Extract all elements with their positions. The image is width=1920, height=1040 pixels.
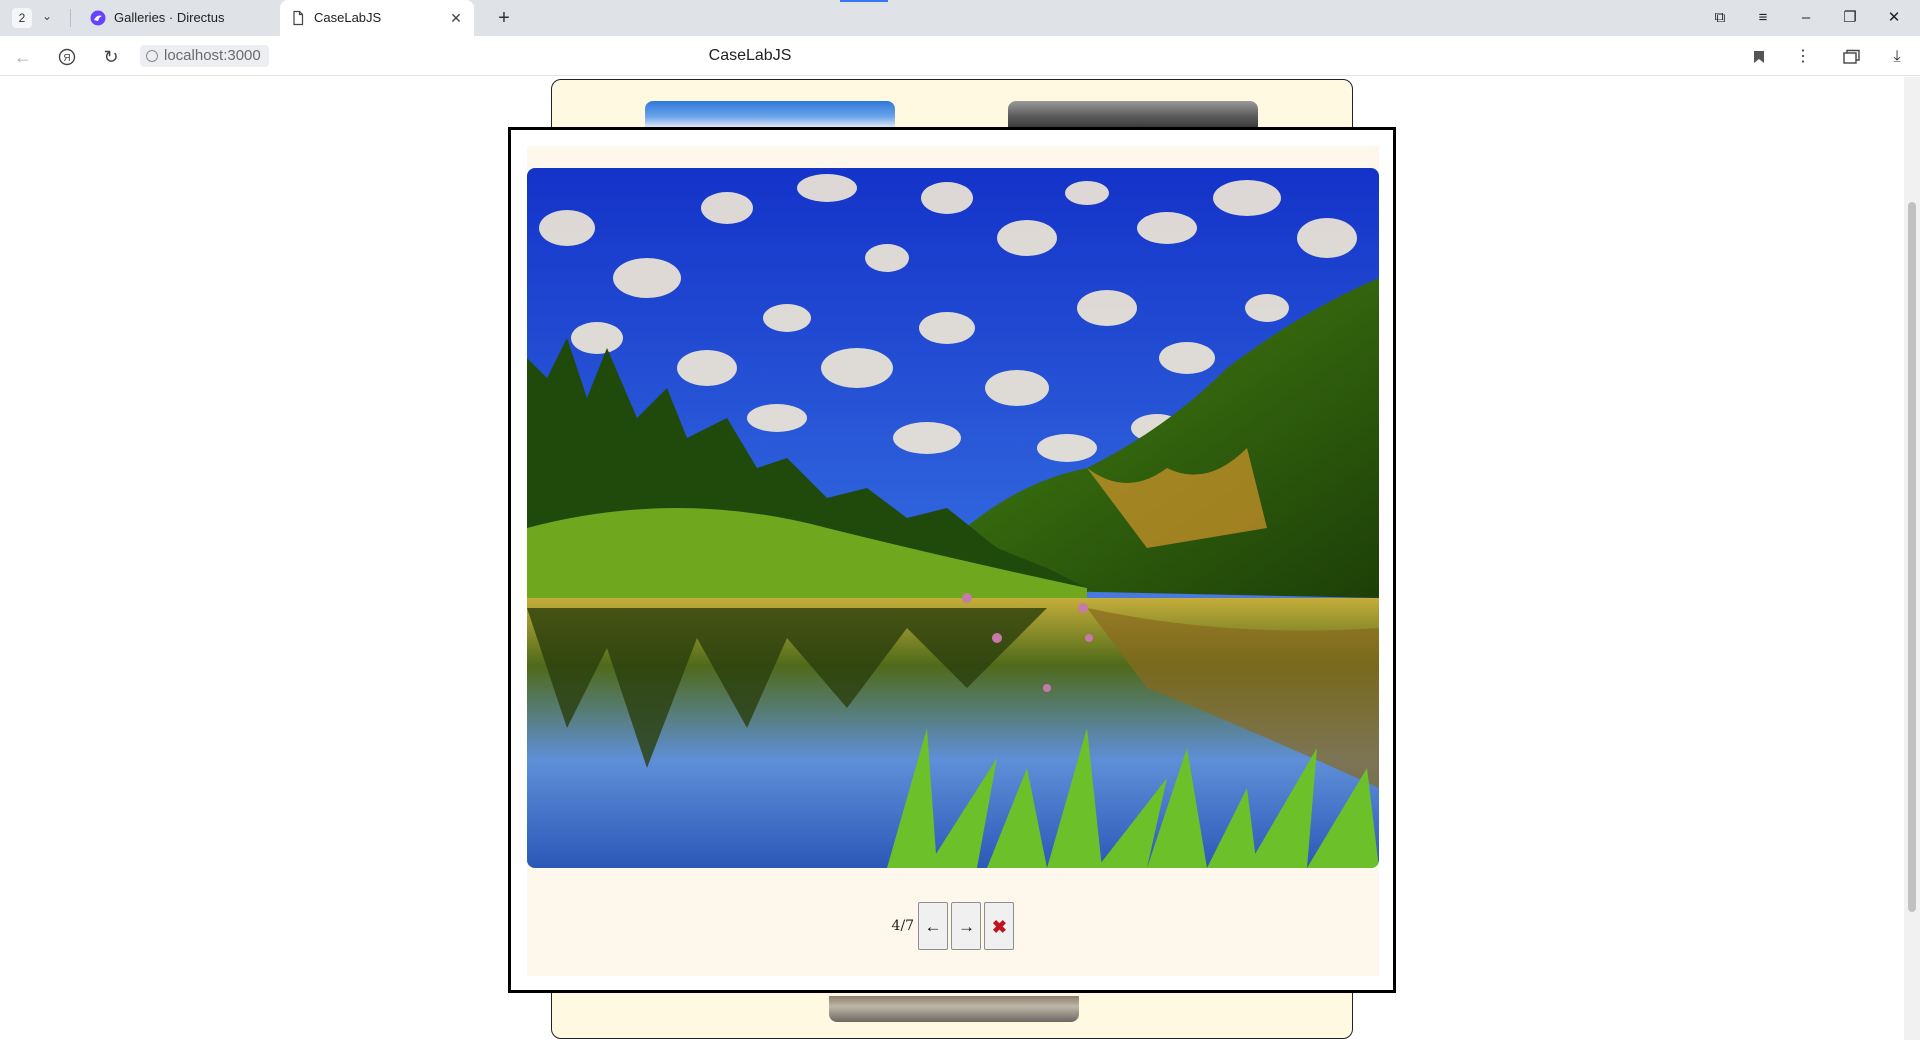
close-window-icon[interactable]: ✕: [1880, 6, 1908, 30]
page-title: CaseLabJS: [708, 47, 792, 64]
landscape-lake-forest-photo: [527, 168, 1379, 868]
tab-caselabjs[interactable]: CaseLabJS ✕: [280, 0, 474, 36]
tab-title: CaseLabJS: [314, 10, 382, 25]
directus-logo-icon: [90, 10, 106, 26]
chevron-down-icon[interactable]: ⌄: [42, 9, 52, 23]
gallery-thumbnail[interactable]: [1008, 101, 1258, 127]
kebab-menu-icon[interactable]: ⋮: [1790, 44, 1816, 70]
tab-divider: [70, 9, 71, 27]
minimize-icon[interactable]: –: [1792, 6, 1820, 30]
page-viewport: 4/7 ← → ✖: [0, 77, 1920, 1040]
previous-image-button[interactable]: ←: [917, 902, 948, 950]
bookmark-icon[interactable]: [1746, 44, 1772, 70]
lightbox-image: [527, 168, 1379, 868]
page-icon: [293, 10, 304, 26]
gallery-thumbnail[interactable]: [645, 101, 895, 127]
next-image-button[interactable]: →: [950, 902, 981, 950]
close-lightbox-button[interactable]: ✖: [984, 902, 1015, 950]
collections-icon[interactable]: [1839, 44, 1865, 70]
tab-count-badge[interactable]: 2: [12, 8, 32, 28]
browser-tab-bar: 2 ⌄ Galleries · Directus CaseLabJS ✕ + ⧉…: [0, 0, 1920, 36]
tab-close-icon[interactable]: ✕: [446, 0, 466, 36]
loading-indicator: [840, 0, 888, 2]
address-bar: ← Я ↻ localhost:3000 CaseLabJS ⋮ ⤓: [0, 36, 1920, 76]
image-counter: 4/7: [891, 918, 915, 934]
page-scrollbar[interactable]: [1904, 77, 1920, 1040]
tab-galleries-directus[interactable]: Galleries · Directus: [80, 0, 274, 36]
tab-panel-icon[interactable]: ⧉: [1706, 6, 1734, 30]
hamburger-menu-icon[interactable]: ≡: [1749, 6, 1777, 30]
restore-icon[interactable]: ❐: [1836, 6, 1864, 30]
lightbox-content: 4/7 ← → ✖: [527, 146, 1379, 976]
download-icon[interactable]: ⤓: [1884, 44, 1910, 70]
lightbox-controls: 4/7 ← → ✖: [527, 902, 1379, 952]
scrollbar-thumb[interactable]: [1908, 202, 1916, 912]
gallery-thumbnail[interactable]: [829, 996, 1079, 1022]
new-tab-plus-icon[interactable]: +: [493, 8, 515, 30]
lightbox-modal: 4/7 ← → ✖: [508, 127, 1396, 993]
tab-title: Galleries · Directus: [114, 10, 225, 25]
